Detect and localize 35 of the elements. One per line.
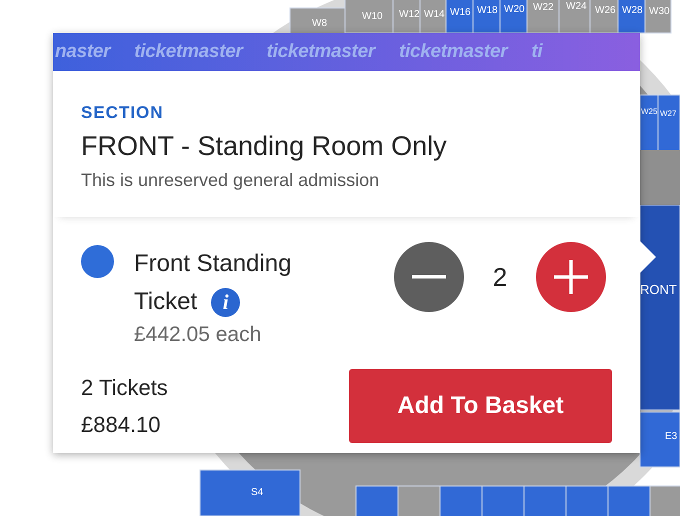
section-label: W27 [660, 110, 676, 118]
section-label: W28 [622, 6, 643, 16]
ticket-name: Ticket [134, 287, 198, 317]
brand-logo: ti [531, 41, 542, 63]
section-heading: SECTION [81, 103, 165, 123]
section-name: FRONT - Standing Room Only [81, 131, 448, 162]
ticket-name: Front Standing [134, 249, 292, 279]
section-label: S4 [251, 488, 264, 498]
add-to-basket-button[interactable]: Add To Basket [349, 369, 612, 443]
brand-logo: ticketmaster [134, 41, 243, 63]
info-button[interactable]: i [211, 288, 240, 316]
minus-icon [412, 275, 446, 279]
brand-logo: ticketmaster [266, 41, 375, 63]
section-label: W25 [641, 108, 658, 116]
section-label: W24 [566, 2, 587, 12]
section-note: This is unreserved general admission [81, 170, 380, 191]
section-label: W18 [477, 6, 498, 16]
ticket-count: 2 Tickets [81, 374, 168, 402]
section-label: W16 [450, 8, 471, 18]
section-label: W14 [424, 10, 445, 20]
brand-logo: ticketmaster [398, 41, 508, 63]
ticket-price: £442.05 each [134, 323, 262, 347]
quantity-value: 2 [492, 262, 508, 292]
section-label: W20 [504, 5, 525, 15]
section-label: W30 [649, 7, 670, 17]
section-label: W22 [533, 3, 554, 13]
section-label: W8 [312, 19, 327, 29]
section-label: W12 [399, 10, 420, 20]
plus-icon [554, 260, 588, 294]
section-label: W26 [595, 6, 616, 16]
total-price: £884.10 [81, 411, 162, 439]
section-label: RONT [640, 283, 677, 296]
section-label: E3 [665, 432, 678, 442]
brand-logo: naster [55, 41, 110, 63]
section-label: W10 [362, 12, 383, 22]
